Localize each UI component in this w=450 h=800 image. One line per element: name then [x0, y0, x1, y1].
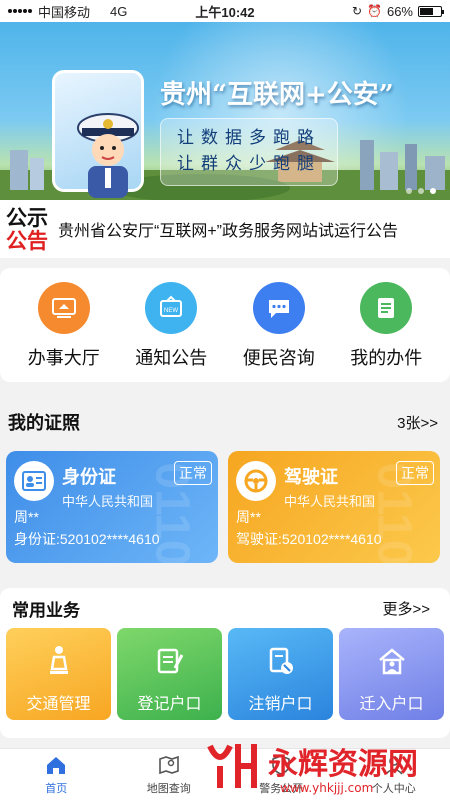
svg-text:NEW: NEW [164, 308, 178, 314]
driver-license-card[interactable]: 0110 驾驶证 正常 中华人民共和国 周** 驾驶证:520102****46… [228, 451, 440, 563]
traffic-icon [42, 644, 76, 678]
hall-icon [37, 282, 90, 334]
slogan-line-2: 让群众少跑腿 [177, 154, 321, 174]
status-badge: 正常 [396, 461, 434, 485]
common-business-section: 常用业务 更多>> 交通管理 登记户口 注销户口 迁入户口 [0, 588, 450, 738]
services-grid: 办事大厅 NEW 通知公告 便民咨询 我的办件 [0, 268, 450, 382]
certificates-header: 我的证照 3张>> [0, 400, 450, 444]
user-icon [382, 753, 406, 777]
card-holder: 周** [14, 509, 39, 525]
register-icon [153, 644, 187, 678]
police-icon [269, 753, 293, 777]
business-more-link[interactable]: 更多>> [382, 598, 430, 619]
notice-logo: 公示 公告 [6, 205, 48, 253]
banner-slogan: 让数据多跑路 让群众少跑腿 [160, 118, 338, 186]
steering-wheel-icon [236, 461, 276, 501]
signal-icon [8, 9, 32, 13]
business-cancel[interactable]: 注销户口 [228, 628, 333, 720]
banner-title: 贵州“互联网+公安” [160, 80, 394, 110]
card-name: 身份证 [62, 467, 116, 487]
banner-carousel[interactable]: 贵州“互联网+公安” 让数据多跑路 让群众少跑腿 [0, 22, 450, 200]
card-number: 驾驶证:520102****4610 [236, 531, 382, 547]
service-my-cases[interactable]: 我的办件 [334, 268, 438, 382]
carrier-label: 中国移动 [38, 4, 91, 20]
carousel-dot[interactable] [418, 188, 424, 194]
business-move-in[interactable]: 迁入户口 [339, 628, 444, 720]
certificates-title: 我的证照 [8, 413, 80, 433]
tab-home[interactable]: 首页 [0, 749, 113, 800]
tab-profile[interactable]: 个人中心 [338, 749, 450, 800]
id-card[interactable]: 0110 身份证 正常 中华人民共和国 周** 身份证:520102****46… [6, 451, 218, 563]
network-label: 4G [110, 3, 128, 19]
battery-icon [418, 5, 444, 17]
announcement-text[interactable]: 贵州省公安厅“互联网+”政务服务网站试运行公告 [58, 217, 398, 241]
tab-police-affairs[interactable]: 警务公开 [225, 749, 338, 800]
carousel-dot[interactable] [406, 188, 412, 194]
card-holder: 周** [236, 509, 261, 525]
business-traffic[interactable]: 交通管理 [6, 628, 111, 720]
business-title: 常用业务 [12, 600, 80, 620]
carousel-indicator[interactable] [406, 188, 436, 194]
carousel-dot-active[interactable] [430, 188, 436, 194]
document-icon [360, 282, 413, 334]
home-icon [44, 753, 68, 777]
card-name: 驾驶证 [284, 467, 338, 487]
announcement-bar[interactable]: 公示 公告 贵州省公安厅“互联网+”政务服务网站试运行公告 [0, 200, 450, 258]
business-register[interactable]: 登记户口 [117, 628, 222, 720]
status-bar: 中国移动 4G 上午10:42 ↻ ⏰ 66% [0, 0, 450, 22]
alarm-icon: ⏰ [367, 4, 382, 18]
bottom-tab-bar: 首页 地图查询 警务公开 个人中心 [0, 748, 450, 800]
service-consult[interactable]: 便民咨询 [227, 268, 331, 382]
battery-percent: 66% [386, 3, 413, 19]
police-mascot-image [77, 113, 139, 198]
service-hall[interactable]: 办事大厅 [12, 268, 116, 382]
move-in-icon [375, 644, 409, 678]
rotation-lock-icon: ↻ [351, 4, 363, 18]
service-notice[interactable]: NEW 通知公告 [119, 268, 223, 382]
card-country: 中华人民共和国 [62, 494, 154, 509]
certificates-count-link[interactable]: 3张>> [397, 412, 438, 433]
notice-board-icon: NEW [145, 282, 198, 334]
clock: 上午10:42 [195, 4, 255, 20]
card-country: 中华人民共和国 [284, 494, 376, 509]
id-card-icon [14, 461, 54, 501]
tab-map[interactable]: 地图查询 [113, 749, 226, 800]
chat-bubble-icon [252, 282, 305, 334]
card-number: 身份证:520102****4610 [14, 531, 160, 547]
slogan-line-1: 让数据多跑路 [177, 128, 321, 148]
map-icon [157, 753, 181, 777]
status-badge: 正常 [174, 461, 212, 485]
cancel-icon [264, 644, 298, 678]
